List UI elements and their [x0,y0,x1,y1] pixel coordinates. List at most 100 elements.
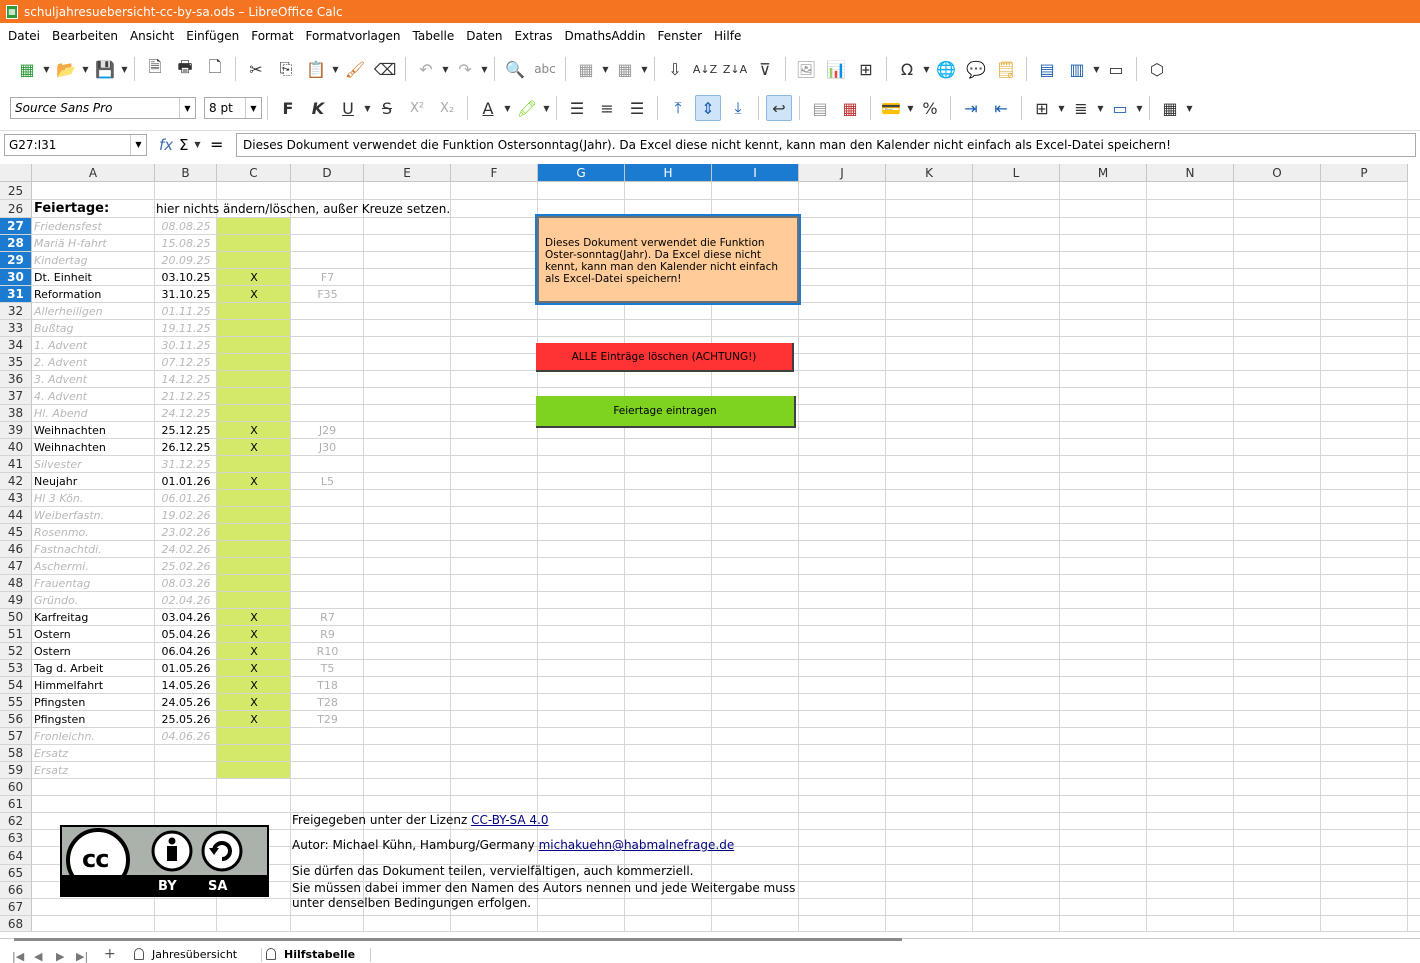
column-header-j[interactable]: J [799,164,886,182]
column-header-c[interactable]: C [217,164,291,182]
holiday-checkbox-mark[interactable]: X [217,694,291,711]
find-replace-icon[interactable]: 🔍 [502,56,528,82]
holiday-date[interactable]: 25.02.26 [155,558,217,575]
menu-item-tabelle[interactable]: Tabelle [407,29,461,43]
holiday-name[interactable]: Hl. Abend [34,405,154,422]
holiday-reference[interactable]: F7 [291,269,364,286]
redo-dropdown-icon[interactable]: ▼ [480,56,489,82]
save-dropdown-icon[interactable]: ▼ [120,56,129,82]
holiday-name[interactable]: Reformation [34,286,154,303]
holiday-name[interactable]: Gründo. [34,592,154,609]
holiday-name[interactable]: Frauentag [34,575,154,592]
holiday-date[interactable]: 03.04.26 [155,609,217,626]
row-header[interactable]: 29 [0,252,32,269]
holiday-name[interactable]: Weiberfastn. [34,507,154,524]
holidays-instruction[interactable]: hier nichts ändern/löschen, außer Kreuze… [156,200,456,218]
holiday-name[interactable]: Pfingsten [34,694,154,711]
export-pdf-icon[interactable]: 🗎 [142,56,168,82]
holiday-name[interactable]: Ersatz [34,762,154,779]
font-size-dropdown-icon[interactable]: ▼ [245,98,261,118]
print-icon[interactable]: 🖶 [172,56,198,82]
holiday-reference[interactable]: F35 [291,286,364,303]
holiday-name[interactable]: Dt. Einheit [34,269,154,286]
undo-dropdown-icon[interactable]: ▼ [441,56,450,82]
row-header[interactable]: 33 [0,320,32,337]
open-folder-icon[interactable]: 📂 [53,56,79,82]
holiday-date[interactable]: 14.05.26 [155,677,217,694]
column-header-k[interactable]: K [886,164,973,182]
row-header[interactable]: 64 [0,847,32,865]
holiday-date[interactable]: 31.10.25 [155,286,217,303]
holiday-date[interactable]: 05.04.26 [155,626,217,643]
pivot-table-icon[interactable]: ⊞ [853,56,879,82]
currency-dropdown-icon[interactable]: ▼ [906,95,915,121]
menu-item-einfügen[interactable]: Einfügen [180,29,245,43]
license-link[interactable]: CC-BY-SA 4.0 [471,813,548,827]
special-character-icon[interactable]: Ω [894,56,920,82]
holiday-name[interactable]: Allerheiligen [34,303,154,320]
holiday-reference[interactable]: T18 [291,677,364,694]
sheet-tab-hilfstabelle[interactable]: Hilfstabelle [261,948,371,962]
holiday-name[interactable]: 4. Advent [34,388,154,405]
define-print-area-icon[interactable]: ▤ [1034,56,1060,82]
holiday-date[interactable]: 19.11.25 [155,320,217,337]
merge-center-icon[interactable]: ▤ [807,95,833,121]
open-dropdown-icon[interactable]: ▼ [81,56,90,82]
menu-item-formatvorlagen[interactable]: Formatvorlagen [300,29,407,43]
holiday-name[interactable]: Friedensfest [34,218,154,235]
conditional-format-dropdown-icon[interactable]: ▼ [1185,95,1194,121]
row-header[interactable]: 30 [0,269,32,286]
holiday-date[interactable]: 08.03.26 [155,575,217,592]
holiday-date[interactable]: 01.01.26 [155,473,217,490]
row-header[interactable]: 41 [0,456,32,473]
holiday-name[interactable]: Weihnachten [34,422,154,439]
last-sheet-icon[interactable]: ▶| [76,950,88,963]
row-header[interactable]: 58 [0,745,32,762]
holiday-checkbox-mark[interactable]: X [217,439,291,456]
holiday-date[interactable]: 26.12.25 [155,439,217,456]
holiday-date[interactable]: 01.05.26 [155,660,217,677]
column-header-g[interactable]: G [538,164,625,182]
row-header[interactable]: 43 [0,490,32,507]
new-dropdown-icon[interactable]: ▼ [42,56,51,82]
holiday-date[interactable]: 20.09.25 [155,252,217,269]
row-header[interactable]: 28 [0,235,32,252]
align-right-icon[interactable]: ☰ [624,95,650,121]
row-header[interactable]: 32 [0,303,32,320]
holiday-reference[interactable]: T29 [291,711,364,728]
column-header-i[interactable]: I [712,164,799,182]
holiday-date[interactable]: 21.12.25 [155,388,217,405]
paste-dropdown-icon[interactable]: ▼ [331,56,340,82]
freeze-dropdown-icon[interactable]: ▼ [1092,56,1101,82]
freeze-rows-columns-icon[interactable]: ▥ [1064,56,1090,82]
holiday-name[interactable]: Mariä H-fahrt [34,235,154,252]
column-header-p[interactable]: P [1321,164,1408,182]
name-box[interactable]: G27:I31 ▼ [4,133,147,156]
row-header[interactable]: 60 [0,779,32,796]
holiday-name[interactable]: Kindertag [34,252,154,269]
new-document-icon[interactable]: ▦ [14,56,40,82]
holiday-date[interactable]: 24.12.25 [155,405,217,422]
row-header[interactable]: 55 [0,694,32,711]
italic-icon[interactable]: K [305,95,331,121]
row-header[interactable]: 65 [0,865,32,882]
row-header[interactable]: 66 [0,882,32,899]
subscript-icon[interactable]: X₂ [434,95,460,121]
unmerge-cells-icon[interactable]: ▦ [837,95,863,121]
row-icon[interactable]: ▦ [573,56,599,82]
holiday-reference[interactable]: T5 [291,660,364,677]
menu-item-fenster[interactable]: Fenster [652,29,709,43]
row-header[interactable]: 42 [0,473,32,490]
delete-all-button[interactable]: ALLE Einträge löschen (ACHTUNG!) [536,343,794,372]
holiday-date[interactable]: 04.06.26 [155,728,217,745]
holiday-checkbox-mark[interactable]: X [217,422,291,439]
underline-icon[interactable]: U [335,95,361,121]
menu-item-daten[interactable]: Daten [460,29,508,43]
row-header[interactable]: 34 [0,337,32,354]
name-box-dropdown-icon[interactable]: ▼ [130,134,146,155]
column-header-f[interactable]: F [451,164,538,182]
next-sheet-icon[interactable]: ▶ [56,950,64,963]
row-header[interactable]: 37 [0,388,32,405]
holiday-date[interactable]: 31.12.25 [155,456,217,473]
align-left-icon[interactable]: ☰ [564,95,590,121]
